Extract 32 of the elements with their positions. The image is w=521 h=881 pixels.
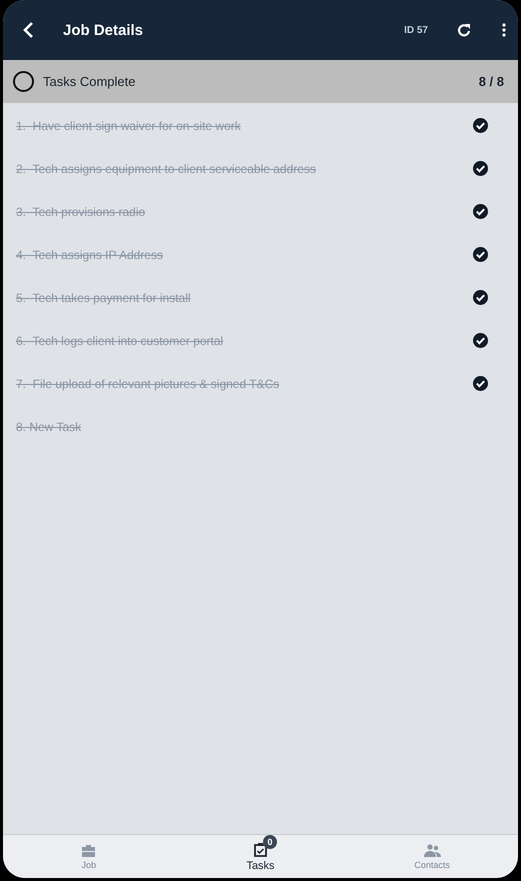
tab[interactable]: Job bbox=[3, 835, 175, 878]
task-text[interactable]: 3. Tech provisions radio bbox=[16, 204, 473, 218]
briefcase-icon bbox=[81, 844, 96, 856]
more-menu-button[interactable] bbox=[502, 22, 506, 38]
summary-label: Tasks Complete bbox=[43, 74, 136, 89]
chevron-left-icon bbox=[22, 21, 34, 39]
task-text[interactable]: 1. Have client sign waiver for on-site work bbox=[16, 118, 473, 132]
people-icon bbox=[424, 844, 441, 856]
screen-title: Job Details bbox=[63, 22, 144, 38]
tab[interactable]: 0 Tasks bbox=[174, 835, 346, 878]
task-text[interactable]: 5. Tech takes payment for install bbox=[16, 290, 473, 304]
clipboard-check-icon bbox=[253, 842, 268, 856]
task-text[interactable]: 6. Tech logs client into customer portal bbox=[16, 334, 473, 348]
refresh-icon bbox=[456, 22, 472, 38]
tab[interactable]: Contacts bbox=[346, 835, 518, 878]
refresh-button[interactable] bbox=[456, 22, 472, 38]
check-circle-icon[interactable] bbox=[473, 376, 488, 391]
check-circle-icon[interactable] bbox=[473, 247, 488, 262]
job-id: ID 57 bbox=[404, 24, 428, 36]
task-text[interactable]: 2. Tech assigns equipment to client serviceable address bbox=[16, 162, 473, 176]
task-count: 8 / 8 bbox=[478, 74, 504, 89]
more-icon bbox=[502, 22, 506, 38]
count-badge: 0 bbox=[263, 834, 277, 848]
check-circle-icon[interactable] bbox=[473, 333, 488, 348]
check-circle-icon[interactable] bbox=[473, 118, 488, 133]
task-text[interactable]: 7. File upload of relevant pictures & signed T&Cs bbox=[16, 376, 473, 390]
task-text[interactable]: 4. Tech assigns IP Address bbox=[16, 248, 473, 262]
check-circle-icon[interactable] bbox=[473, 161, 488, 176]
check-circle-icon[interactable] bbox=[473, 290, 488, 305]
progress-ring-icon bbox=[13, 71, 34, 92]
task-text[interactable]: 8. New Task bbox=[16, 420, 488, 434]
check-circle-icon[interactable] bbox=[473, 204, 488, 219]
